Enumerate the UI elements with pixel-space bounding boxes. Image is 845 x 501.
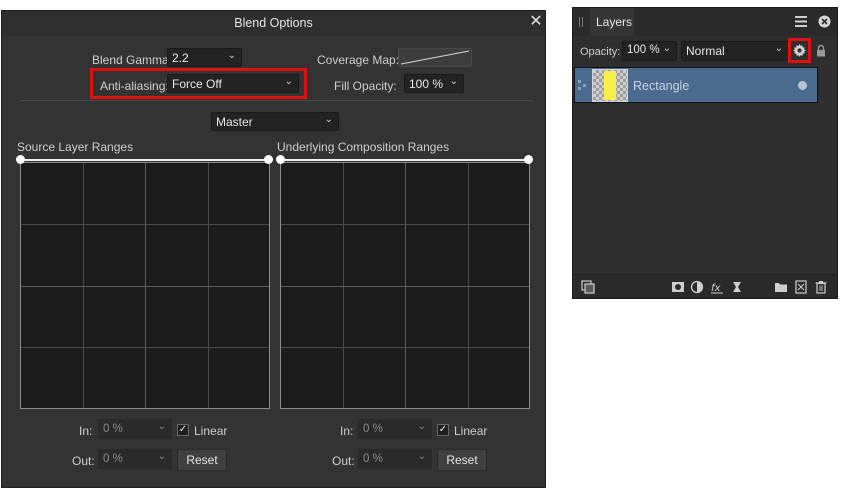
underlying-range-handle-left[interactable]: [276, 155, 285, 164]
grid-line: [281, 224, 529, 225]
grid-line: [21, 347, 269, 348]
underlying-in-field[interactable]: 0 % ⌄: [358, 419, 432, 439]
chevron-down-icon: ⌄: [157, 421, 166, 432]
source-out-value: 0 %: [103, 453, 123, 465]
grid-line: [21, 224, 269, 225]
source-in-value: 0 %: [103, 423, 123, 435]
close-icon[interactable]: ✕: [526, 12, 546, 32]
dialog-title: Blend Options: [234, 16, 313, 30]
layer-visibility-dot[interactable]: [798, 81, 807, 90]
chevron-down-icon: ⌄: [449, 76, 458, 87]
coverage-curve-graphic: [400, 50, 470, 65]
fill-opacity-label: Fill Opacity:: [334, 79, 397, 93]
add-pixel-layer-icon[interactable]: [794, 280, 808, 294]
underlying-in-value: 0 %: [363, 423, 383, 435]
underlying-ranges-heading: Underlying Composition Ranges: [277, 140, 450, 154]
source-range-graph[interactable]: [20, 162, 270, 409]
anti-aliasing-label: Anti-aliasing:: [100, 79, 169, 93]
close-panel-icon[interactable]: [818, 15, 831, 28]
underlying-range-handle-right[interactable]: [524, 155, 533, 164]
source-out-field[interactable]: 0 % ⌄: [98, 449, 172, 469]
source-out-label: Out:: [72, 454, 95, 468]
divider: [20, 100, 533, 101]
blend-mode-dropdown[interactable]: Normal ⌄: [681, 41, 789, 61]
chevron-down-icon: ⌄: [417, 451, 426, 462]
layers-panel: Layers Opacity: 100 % ⌄ Normal ⌄ Rectang…: [572, 7, 838, 299]
source-ranges-heading: Source Layer Ranges: [17, 140, 134, 154]
tab-layers-label: Layers: [596, 15, 633, 29]
layer-name: Rectangle: [633, 79, 690, 93]
source-linear-label: Linear: [194, 424, 228, 438]
underlying-out-field[interactable]: 0 % ⌄: [358, 449, 432, 469]
grid-line: [281, 286, 529, 287]
svg-text:fx: fx: [711, 283, 721, 294]
blend-options-dialog: Blend Options ✕ Blend Gamma: 2.2 ⌄ Cover…: [1, 10, 546, 488]
layers-bottom-toolbar: fx: [573, 274, 837, 298]
coverage-map-label: Coverage Map:: [317, 53, 400, 67]
underlying-out-value: 0 %: [363, 453, 383, 465]
source-range-handle-right[interactable]: [264, 155, 273, 164]
dialog-titlebar: Blend Options ✕: [2, 11, 545, 35]
blend-gamma-dropdown[interactable]: 2.2 ⌄: [167, 48, 242, 67]
source-linear-checkbox[interactable]: ✓: [177, 424, 189, 436]
live-filter-icon[interactable]: [730, 280, 744, 294]
blend-mode-value: Normal: [686, 44, 725, 58]
layer-type-icon: [578, 80, 586, 90]
fx-icon[interactable]: fx: [710, 280, 724, 294]
fill-opacity-value: 100 %: [409, 77, 444, 91]
panel-grip-icon[interactable]: [579, 17, 585, 27]
layer-thumbnail[interactable]: [592, 69, 628, 102]
grid-line: [281, 347, 529, 348]
layer-mask-stack-icon[interactable]: [581, 280, 595, 294]
panel-tabbar: Layers: [573, 8, 837, 36]
chevron-down-icon: ⌄: [774, 43, 783, 54]
source-reset-button[interactable]: Reset: [177, 449, 227, 471]
chevron-down-icon: ⌄: [662, 43, 671, 54]
chevron-down-icon: ⌄: [157, 451, 166, 462]
layer-thumbnail-rectangle: [604, 71, 616, 100]
folder-icon[interactable]: [774, 280, 788, 294]
opacity-value: 100 %: [627, 44, 660, 56]
source-in-label: In:: [79, 424, 93, 438]
grid-line: [21, 286, 269, 287]
underlying-linear-label: Linear: [454, 424, 488, 438]
chevron-down-icon: ⌄: [324, 114, 333, 125]
chevron-down-icon: ⌄: [417, 421, 426, 432]
channel-dropdown[interactable]: Master ⌄: [211, 112, 339, 131]
layer-row[interactable]: Rectangle: [574, 67, 818, 103]
chevron-down-icon: ⌄: [284, 76, 293, 87]
underlying-range-graph[interactable]: [280, 162, 530, 409]
lock-icon[interactable]: [816, 44, 826, 57]
blend-gamma-value: 2.2: [172, 51, 189, 65]
opacity-dropdown[interactable]: 100 % ⌄: [622, 41, 677, 61]
tab-layers[interactable]: Layers: [590, 8, 634, 36]
underlying-range-line: [280, 159, 530, 161]
fill-opacity-dropdown[interactable]: 100 % ⌄: [404, 74, 464, 93]
mask-layer-icon[interactable]: [671, 280, 685, 294]
underlying-linear-checkbox[interactable]: ✓: [437, 424, 449, 436]
trash-icon[interactable]: [814, 280, 828, 294]
source-in-field[interactable]: 0 % ⌄: [98, 419, 172, 439]
gear-icon[interactable]: [793, 44, 806, 57]
underlying-out-label: Out:: [332, 454, 355, 468]
anti-aliasing-dropdown[interactable]: Force Off ⌄: [167, 74, 299, 93]
opacity-label: Opacity:: [580, 46, 621, 58]
blend-gamma-label: Blend Gamma:: [92, 53, 173, 67]
menu-icon[interactable]: [795, 16, 807, 27]
anti-aliasing-value: Force Off: [172, 77, 222, 91]
channel-value: Master: [216, 115, 253, 129]
underlying-in-label: In:: [340, 424, 354, 438]
underlying-reset-button[interactable]: Reset: [437, 449, 487, 471]
adjustment-icon[interactable]: [690, 280, 704, 294]
source-range-line: [20, 159, 270, 161]
chevron-down-icon: ⌄: [227, 50, 236, 61]
source-range-handle-left[interactable]: [16, 155, 25, 164]
coverage-map-curve[interactable]: [398, 48, 472, 67]
